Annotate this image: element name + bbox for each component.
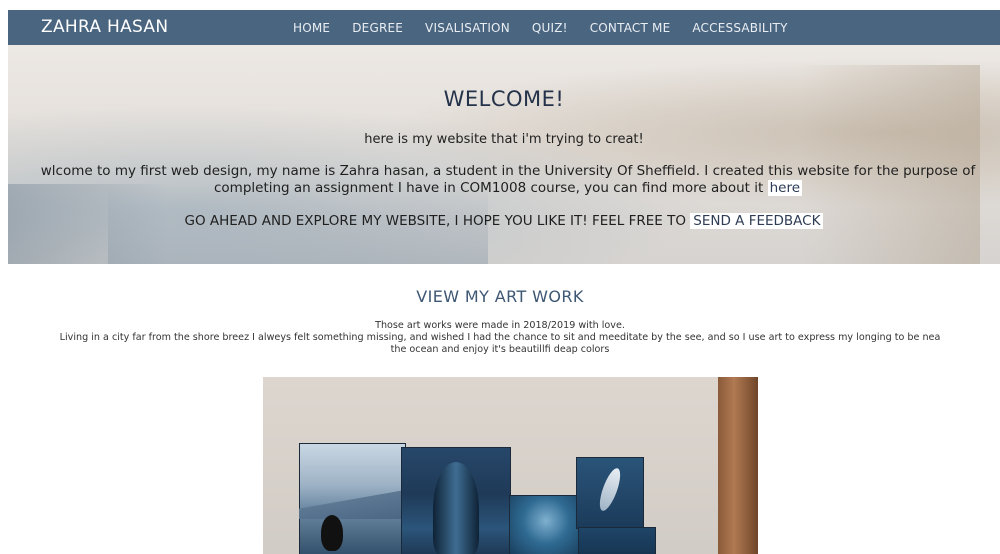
painting-wave-canvas — [509, 495, 583, 554]
art-section-title: VIEW MY ART WORK — [416, 287, 584, 306]
painted-whale — [433, 462, 479, 554]
hero-banner: WELCOME! here is my website that i'm try… — [8, 45, 1000, 264]
page-top-margin — [0, 0, 1000, 10]
site-brand[interactable]: ZAHRA HASAN — [41, 17, 168, 37]
nav-link-visualisation[interactable]: VISALISATION — [425, 21, 510, 35]
art-description: Those art works were made in 2018/2019 w… — [0, 320, 1000, 356]
nav-link-quiz[interactable]: QUIZ! — [532, 21, 568, 35]
nav-links: HOME DEGREE VISALISATION QUIZ! CONTACT M… — [293, 10, 810, 45]
art-desc-line: the ocean and enjoy it's beautillfi deap… — [390, 344, 610, 355]
hero-intro-text: wlcome to my first web design, my name i… — [40, 163, 976, 196]
artwork-photo — [263, 377, 758, 554]
cta-text: GO AHEAD AND EXPLORE MY WEBSITE, I HOPE … — [184, 213, 686, 229]
nav-link-home[interactable]: HOME — [293, 21, 330, 35]
hero-call-to-action: GO AHEAD AND EXPLORE MY WEBSITE, I HOPE … — [8, 213, 1000, 229]
hero-intro-paragraph: wlcome to my first web design, my name i… — [28, 163, 988, 197]
hero-title: WELCOME! — [443, 87, 565, 111]
painting-bottom-canvas — [578, 527, 656, 554]
course-info-link[interactable]: here — [767, 180, 803, 196]
top-navbar: ZAHRA HASAN HOME DEGREE VISALISATION QUI… — [8, 10, 1000, 45]
nav-link-degree[interactable]: DEGREE — [352, 21, 403, 35]
nav-link-accessibility[interactable]: ACCESSABILITY — [692, 21, 787, 35]
art-desc-line: Those art works were made in 2018/2019 w… — [375, 320, 625, 331]
painted-mountains — [299, 489, 404, 519]
hero-subtitle: here is my website that i'm trying to cr… — [364, 132, 644, 147]
nav-link-contact[interactable]: CONTACT ME — [590, 21, 671, 35]
art-desc-line: Living in a city far from the shore bree… — [59, 332, 941, 343]
curtain-image-region — [718, 377, 758, 554]
painted-orca — [321, 515, 343, 551]
send-feedback-link[interactable]: SEND A FEEDBACK — [690, 213, 824, 229]
